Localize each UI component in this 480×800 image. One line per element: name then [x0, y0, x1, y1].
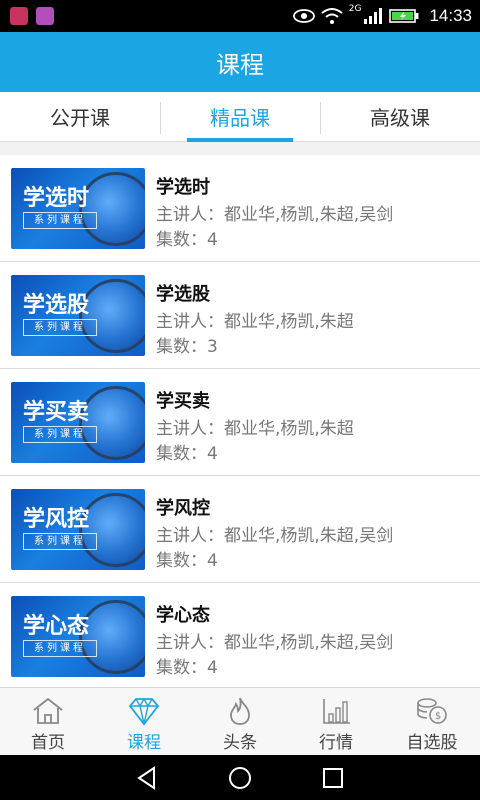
bar-chart-icon	[323, 699, 350, 724]
tab-label: 公开课	[50, 106, 110, 130]
course-thumbnail: 学心态 系列课程	[11, 596, 145, 677]
course-lecturers: 主讲人：都业华,杨凯,朱超	[156, 419, 354, 439]
tab-label: 精品课	[210, 106, 270, 130]
gallery-notification-icon	[36, 7, 54, 25]
nav-label: 首页	[31, 733, 65, 753]
course-episodes: 集数：3	[156, 337, 218, 357]
course-info: 学风控 主讲人：都业华,杨凯,朱超,吴剑 集数：4	[156, 494, 394, 571]
course-tabs: 公开课 精品课 高级课	[0, 92, 480, 142]
battery-icon	[389, 9, 419, 23]
page-title: 课程	[216, 50, 264, 79]
course-episodes: 集数：4	[156, 444, 218, 464]
back-icon[interactable]	[134, 765, 160, 791]
course-lecturers: 主讲人：都业华,杨凯,朱超,吴剑	[156, 205, 394, 225]
course-list: 学选时 系列课程 学选时 主讲人：都业华,杨凯,朱超,吴剑 集数：4 学选股 系…	[0, 155, 480, 687]
nav-label: 自选股	[406, 733, 458, 753]
course-info: 学选时 主讲人：都业华,杨凯,朱超,吴剑 集数：4	[156, 173, 394, 250]
app-header: 课程	[0, 32, 480, 92]
tab-premium-courses[interactable]: 精品课	[160, 92, 320, 142]
thumbnail-subtitle: 系列课程	[23, 212, 97, 229]
thumbnail-subtitle: 系列课程	[23, 426, 97, 443]
notification-icon	[10, 7, 28, 25]
course-title: 学风控	[156, 498, 210, 519]
course-info: 学买卖 主讲人：都业华,杨凯,朱超 集数：4	[156, 387, 354, 464]
nav-courses[interactable]: 课程	[96, 688, 192, 755]
nav-label: 课程	[127, 733, 161, 753]
course-lecturers: 主讲人：都业华,杨凯,朱超,吴剑	[156, 633, 394, 653]
course-title: 学选股	[156, 284, 210, 305]
flame-icon	[230, 697, 250, 725]
thumbnail-title: 学选时	[23, 186, 90, 211]
signal-icon	[364, 8, 383, 24]
thumbnail-title: 学选股	[23, 293, 90, 318]
wifi-icon	[321, 8, 343, 24]
thumbnail-subtitle: 系列课程	[23, 533, 97, 550]
diamond-icon	[128, 697, 160, 726]
status-indicators: 2G 14:33	[292, 0, 472, 32]
tab-advanced-courses[interactable]: 高级课	[320, 92, 480, 141]
tab-public-courses[interactable]: 公开课	[0, 92, 160, 141]
course-item[interactable]: 学心态 系列课程 学心态 主讲人：都业华,杨凯,朱超,吴剑 集数：4	[0, 583, 480, 687]
course-episodes: 集数：4	[156, 658, 218, 678]
status-bar: 2G 14:33	[0, 0, 480, 32]
course-info: 学选股 主讲人：都业华,杨凯,朱超 集数：3	[156, 280, 354, 357]
home-icon	[33, 697, 63, 724]
course-lecturers: 主讲人：都业华,杨凯,朱超,吴剑	[156, 526, 394, 546]
course-thumbnail: 学选股 系列课程	[11, 275, 145, 356]
course-item[interactable]: 学选股 系列课程 学选股 主讲人：都业华,杨凯,朱超 集数：3	[0, 262, 480, 369]
nav-watchlist[interactable]: $ 自选股	[384, 688, 480, 755]
nav-label: 头条	[223, 733, 257, 753]
clock: 14:33	[429, 6, 472, 25]
course-thumbnail: 学买卖 系列课程	[11, 382, 145, 463]
nav-label: 行情	[319, 733, 353, 753]
course-episodes: 集数：4	[156, 551, 218, 571]
thumbnail-title: 学风控	[23, 507, 90, 532]
nav-home[interactable]: 首页	[0, 688, 96, 755]
thumbnail-title: 学心态	[23, 614, 90, 639]
bottom-nav: 首页 课程 头条 行情 $ 自选股	[0, 687, 480, 755]
recent-apps-icon[interactable]	[320, 765, 346, 791]
thumbnail-title: 学买卖	[23, 400, 90, 425]
nav-market[interactable]: 行情	[288, 688, 384, 755]
course-info: 学心态 主讲人：都业华,杨凯,朱超,吴剑 集数：4	[156, 601, 394, 678]
course-title: 学心态	[156, 605, 210, 626]
coins-icon: $	[417, 698, 447, 724]
course-item[interactable]: 学选时 系列课程 学选时 主讲人：都业华,杨凯,朱超,吴剑 集数：4	[0, 155, 480, 262]
thumbnail-subtitle: 系列课程	[23, 640, 97, 657]
thumbnail-subtitle: 系列课程	[23, 319, 97, 336]
course-title: 学买卖	[156, 391, 210, 412]
course-title: 学选时	[156, 177, 210, 198]
course-lecturers: 主讲人：都业华,杨凯,朱超	[156, 312, 354, 332]
course-item[interactable]: 学风控 系列课程 学风控 主讲人：都业华,杨凯,朱超,吴剑 集数：4	[0, 476, 480, 583]
svg-text:$: $	[435, 711, 441, 722]
home-circle-icon[interactable]	[227, 765, 253, 791]
nav-headlines[interactable]: 头条	[192, 688, 288, 755]
eye-icon	[292, 9, 315, 23]
course-item[interactable]: 学买卖 系列课程 学买卖 主讲人：都业华,杨凯,朱超 集数：4	[0, 369, 480, 476]
system-nav-bar	[0, 755, 480, 800]
course-episodes: 集数：4	[156, 230, 218, 250]
course-thumbnail: 学风控 系列课程	[11, 489, 145, 570]
course-thumbnail: 学选时 系列课程	[11, 168, 145, 249]
network-type: 2G	[348, 4, 362, 14]
tab-label: 高级课	[370, 106, 430, 130]
